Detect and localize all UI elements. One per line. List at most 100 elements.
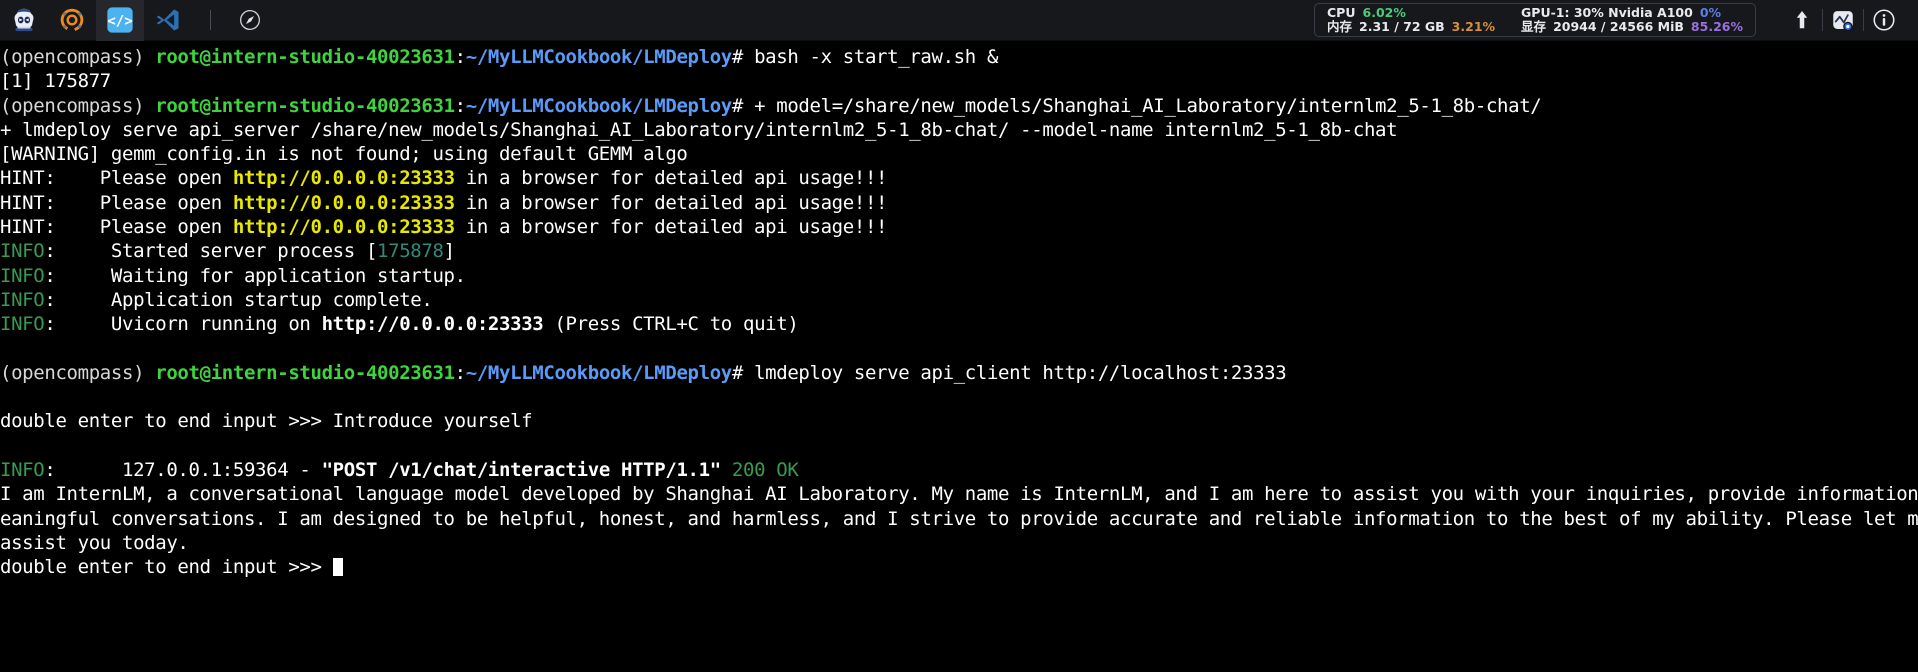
prompt-colon: : xyxy=(454,361,466,384)
server-pid: 175878 xyxy=(377,240,444,263)
trace-model-assignment: + model=/share/new_models/Shanghai_AI_La… xyxy=(754,94,1542,117)
hint-suffix: in a browser for detailed api usage!!! xyxy=(454,216,888,239)
env-name: (opencompass) xyxy=(0,46,156,68)
waiting-text: : Waiting for application startup. xyxy=(44,264,466,287)
bracket-close: ] xyxy=(443,240,455,263)
terminal-line-access-log: INFO: 127.0.0.1:59364 - "POST /v1/chat/i… xyxy=(0,458,1918,482)
compass-icon xyxy=(240,10,260,30)
prompt-path: ~/MyLLMCookbook/LMDeploy xyxy=(465,46,732,68)
info-label: INFO xyxy=(0,264,45,287)
terminal-line-prompt-2: (opencompass) root@intern-studio-4002363… xyxy=(0,94,1918,118)
command-api-client: lmdeploy serve api_client http://localho… xyxy=(754,361,1287,384)
vram-label: 显存 xyxy=(1521,18,1547,34)
terminal-line-final-prompt[interactable]: double enter to end input >>> xyxy=(0,555,1918,579)
hint-prefix: HINT: Please open xyxy=(0,216,233,239)
opencompass-logo-icon xyxy=(60,8,84,32)
info-label: INFO xyxy=(0,459,45,482)
info-button[interactable] xyxy=(1864,0,1904,41)
text-cursor xyxy=(332,558,343,577)
info-label: INFO xyxy=(0,240,45,263)
terminal-blank-line-1 xyxy=(0,337,1918,361)
env-name: (opencompass) xyxy=(0,361,156,384)
started-server-text: : Started server process [ xyxy=(44,240,378,263)
access-log-status: 200 OK xyxy=(720,459,799,482)
warning-text: [WARNING] gemm_config.in is not found; u… xyxy=(0,143,688,166)
hint-url: http://0.0.0.0:23333 xyxy=(232,191,455,214)
memory-value: 2.31 / 72 GB xyxy=(1359,18,1445,34)
reply-text-3: assist you today. xyxy=(0,531,189,554)
command-bash-start-raw: bash -x start_raw.sh & xyxy=(754,46,999,68)
terminal-line-user-input: double enter to end input >>> Introduce … xyxy=(0,409,1918,433)
vscode-icon xyxy=(156,9,179,31)
access-log-request: "POST /v1/chat/interactive HTTP/1.1" xyxy=(321,459,722,482)
cpu-stat-row: CPU 6.02% xyxy=(1327,4,1495,20)
gpu-label: GPU-1: 30% Nvidia A100 xyxy=(1521,4,1693,20)
terminal-line-uvicorn: INFO: Uvicorn running on http://0.0.0.0:… xyxy=(0,312,1918,336)
hint-prefix: HINT: Please open xyxy=(0,191,233,214)
prompt-hash: # xyxy=(731,94,755,117)
gpu-percent: 0% xyxy=(1699,4,1722,20)
upload-arrow-button[interactable] xyxy=(1782,0,1822,41)
hint-url: http://0.0.0.0:23333 xyxy=(232,167,455,190)
cpu-memory-stats: CPU 6.02% 内存 2.31 / 72 GB 3.21% xyxy=(1327,4,1495,34)
hint-suffix: in a browser for detailed api usage!!! xyxy=(454,167,888,190)
hint-suffix: in a browser for detailed api usage!!! xyxy=(454,191,888,214)
svg-text:</>: </> xyxy=(107,14,132,30)
user-input-text: Introduce yourself xyxy=(332,410,533,433)
terminal-line-job-id: [1] 175877 xyxy=(0,69,1918,93)
top-status-bar: </> CPU 6.02% 内存 2.31 / 72 GB 3.21% GPU-… xyxy=(0,0,1918,41)
input-prompt-label: double enter to end input >>> xyxy=(0,410,333,433)
uvicorn-prefix: : Uvicorn running on xyxy=(44,313,322,336)
hint-prefix: HINT: Please open xyxy=(0,167,233,190)
final-input-prompt-label: double enter to end input >>> xyxy=(0,556,333,579)
network-monitor-icon xyxy=(1833,11,1853,32)
app-launcher-group: </> xyxy=(0,0,267,41)
memory-label: 内存 xyxy=(1327,18,1353,34)
vram-stat-row: 显存 20944 / 24566 MiB 85.26% xyxy=(1521,18,1743,34)
terminal-blank-line-2 xyxy=(0,385,1918,409)
terminal-line-warning: [WARNING] gemm_config.in is not found; u… xyxy=(0,142,1918,166)
network-monitor-button[interactable] xyxy=(1823,0,1863,41)
info-icon xyxy=(1873,9,1895,31)
vram-value: 20944 / 24566 MiB xyxy=(1553,18,1684,34)
app-icon-intern-studio-logo-icon[interactable] xyxy=(0,0,48,41)
reply-text-1: I am InternLM, a conversational language… xyxy=(0,483,1918,506)
hint-url: http://0.0.0.0:23333 xyxy=(232,216,455,239)
gpu-vram-stats: GPU-1: 30% Nvidia A100 0% 显存 20944 / 245… xyxy=(1521,4,1743,34)
uvicorn-suffix: (Press CTRL+C to quit) xyxy=(543,313,799,336)
memory-stat-row: 内存 2.31 / 72 GB 3.21% xyxy=(1327,18,1495,34)
terminal-line-hint-2: HINT: Please open http://0.0.0.0:23333 i… xyxy=(0,191,1918,215)
prompt-hash: # xyxy=(731,361,755,384)
terminal-line-reply-1: I am InternLM, a conversational language… xyxy=(0,482,1918,506)
app-icon-code-brackets-icon[interactable]: </> xyxy=(96,0,144,41)
gpu-stat-row: GPU-1: 30% Nvidia A100 0% xyxy=(1521,4,1743,20)
access-log-client: : 127.0.0.1:59364 - xyxy=(44,459,322,482)
toolbar-divider xyxy=(210,10,211,30)
user-host: root@intern-studio-40023631 xyxy=(155,94,455,117)
intern-studio-logo-icon xyxy=(14,8,34,32)
upload-arrow-icon xyxy=(1796,11,1808,29)
job-id-text: [1] 175877 xyxy=(0,70,111,93)
cpu-label: CPU xyxy=(1327,4,1356,20)
vram-percent: 85.26% xyxy=(1690,18,1743,34)
terminal-line-trace-serve: + lmdeploy serve api_server /share/new_m… xyxy=(0,118,1918,142)
app-icon-vscode-icon[interactable] xyxy=(144,0,192,41)
prompt-colon: : xyxy=(454,46,466,68)
cpu-value: 6.02% xyxy=(1362,4,1406,20)
terminal-line-startup-complete: INFO: Application startup complete. xyxy=(0,288,1918,312)
env-name: (opencompass) xyxy=(0,94,156,117)
app-icon-opencompass-logo-icon[interactable] xyxy=(48,0,96,41)
compass-icon-button[interactable] xyxy=(233,3,267,37)
info-label: INFO xyxy=(0,313,45,336)
terminal-output[interactable]: (opencompass) root@intern-studio-4002363… xyxy=(0,41,1918,672)
terminal-line-reply-3: assist you today. xyxy=(0,531,1918,555)
terminal-line-hint-1: HINT: Please open http://0.0.0.0:23333 i… xyxy=(0,166,1918,190)
prompt-hash: # xyxy=(731,46,755,68)
terminal-line-prompt-3: (opencompass) root@intern-studio-4002363… xyxy=(0,361,1918,385)
prompt-path: ~/MyLLMCookbook/LMDeploy xyxy=(465,361,732,384)
prompt-colon: : xyxy=(454,94,466,117)
terminal-line-started-server: INFO: Started server process [175878] xyxy=(0,239,1918,263)
trace-serve-text: + lmdeploy serve api_server /share/new_m… xyxy=(0,118,1398,141)
reply-text-2: eaningful conversations. I am designed t… xyxy=(0,507,1918,530)
complete-text: : Application startup complete. xyxy=(44,288,433,311)
